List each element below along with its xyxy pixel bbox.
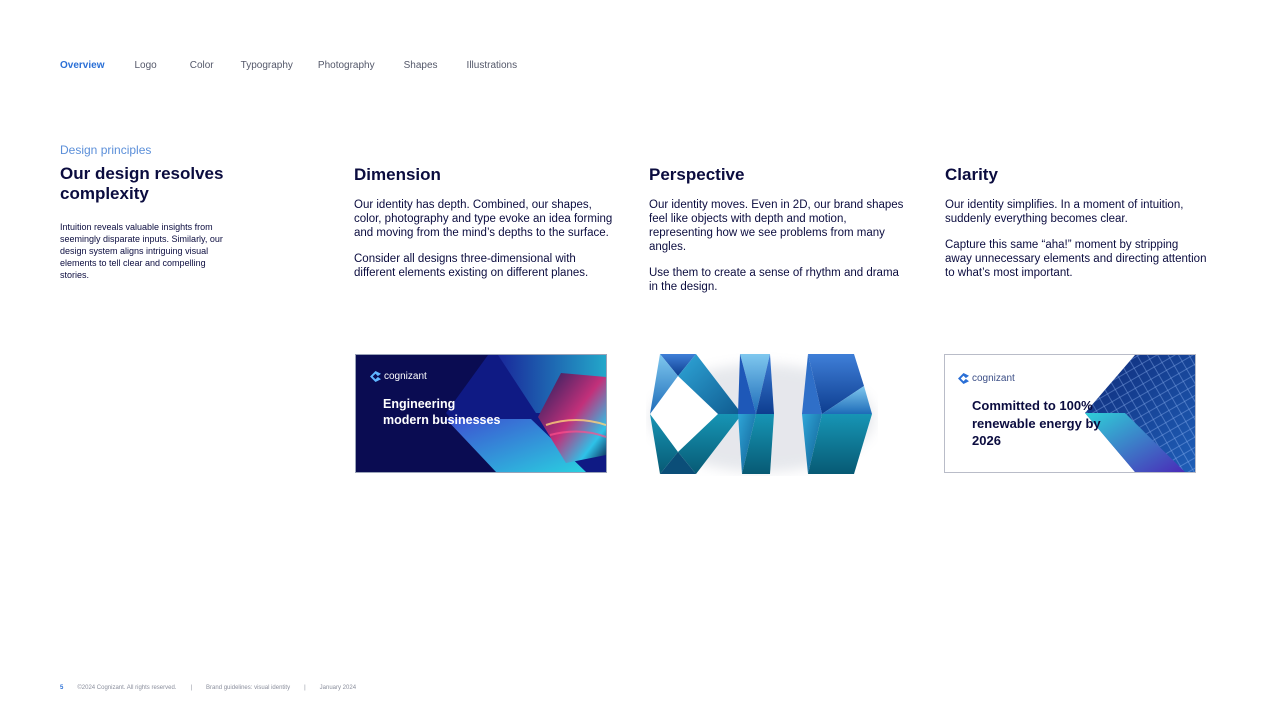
footer-separator: | bbox=[304, 685, 306, 691]
section-nav: Overview Logo Color Typography Photograp… bbox=[60, 60, 517, 71]
brand-logo: cognizant bbox=[958, 373, 1015, 384]
nav-overview[interactable]: Overview bbox=[60, 60, 104, 71]
banner-headline: Committed to 100% renewable energy by 20… bbox=[972, 398, 1101, 448]
perspective-shapes-art bbox=[650, 354, 874, 474]
section-eyebrow: Design principles bbox=[60, 143, 152, 157]
brand-wordmark: cognizant bbox=[384, 371, 427, 382]
cognizant-logo-icon bbox=[370, 371, 381, 382]
intro-body: Intuition reveals valuable insights from… bbox=[60, 222, 223, 280]
dimension-example-banner: cognizant Engineering modern businesses bbox=[355, 354, 607, 473]
brand-wordmark: cognizant bbox=[972, 373, 1015, 384]
page-footer: 5 ©2024 Cognizant. All rights reserved. … bbox=[60, 685, 356, 691]
page-number: 5 bbox=[60, 685, 64, 691]
banner-headline: Engineering modern businesses bbox=[383, 397, 501, 427]
copyright-text: ©2024 Cognizant. All rights reserved. bbox=[77, 685, 177, 691]
principle-perspective: Perspective Our identity moves. Even in … bbox=[649, 164, 911, 306]
principle-paragraph: Consider all designs three-dimensional w… bbox=[354, 253, 589, 279]
principle-title: Dimension bbox=[354, 165, 441, 184]
brand-logo: cognizant bbox=[370, 371, 427, 382]
nav-color[interactable]: Color bbox=[190, 60, 214, 71]
principle-title: Perspective bbox=[649, 165, 745, 184]
principle-paragraph: Our identity moves. Even in 2D, our bran… bbox=[649, 199, 904, 253]
principle-paragraph: Use them to create a sense of rhythm and… bbox=[649, 267, 899, 293]
principle-paragraph: Our identity has depth. Combined, our sh… bbox=[354, 199, 613, 239]
nav-logo[interactable]: Logo bbox=[134, 60, 156, 71]
principle-clarity: Clarity Our identity simplifies. In a mo… bbox=[945, 164, 1207, 292]
principle-paragraph: Capture this same “aha!” moment by strip… bbox=[945, 239, 1207, 279]
principle-title: Clarity bbox=[945, 165, 998, 184]
principle-dimension: Dimension Our identity has depth. Combin… bbox=[354, 164, 616, 292]
footer-separator: | bbox=[190, 685, 193, 691]
nav-shapes[interactable]: Shapes bbox=[404, 60, 438, 71]
clarity-example-banner: cognizant Committed to 100% renewable en… bbox=[944, 354, 1196, 473]
document-date: January 2024 bbox=[319, 685, 357, 691]
nav-photography[interactable]: Photography bbox=[318, 60, 375, 71]
nav-illustrations[interactable]: Illustrations bbox=[467, 60, 518, 71]
document-name: Brand guidelines: visual identity bbox=[206, 685, 291, 691]
cognizant-logo-icon bbox=[958, 373, 969, 384]
principle-paragraph: Our identity simplifies. In a moment of … bbox=[945, 199, 1184, 225]
page-title: Our design resolves complexity bbox=[60, 164, 224, 203]
nav-typography[interactable]: Typography bbox=[241, 60, 293, 71]
